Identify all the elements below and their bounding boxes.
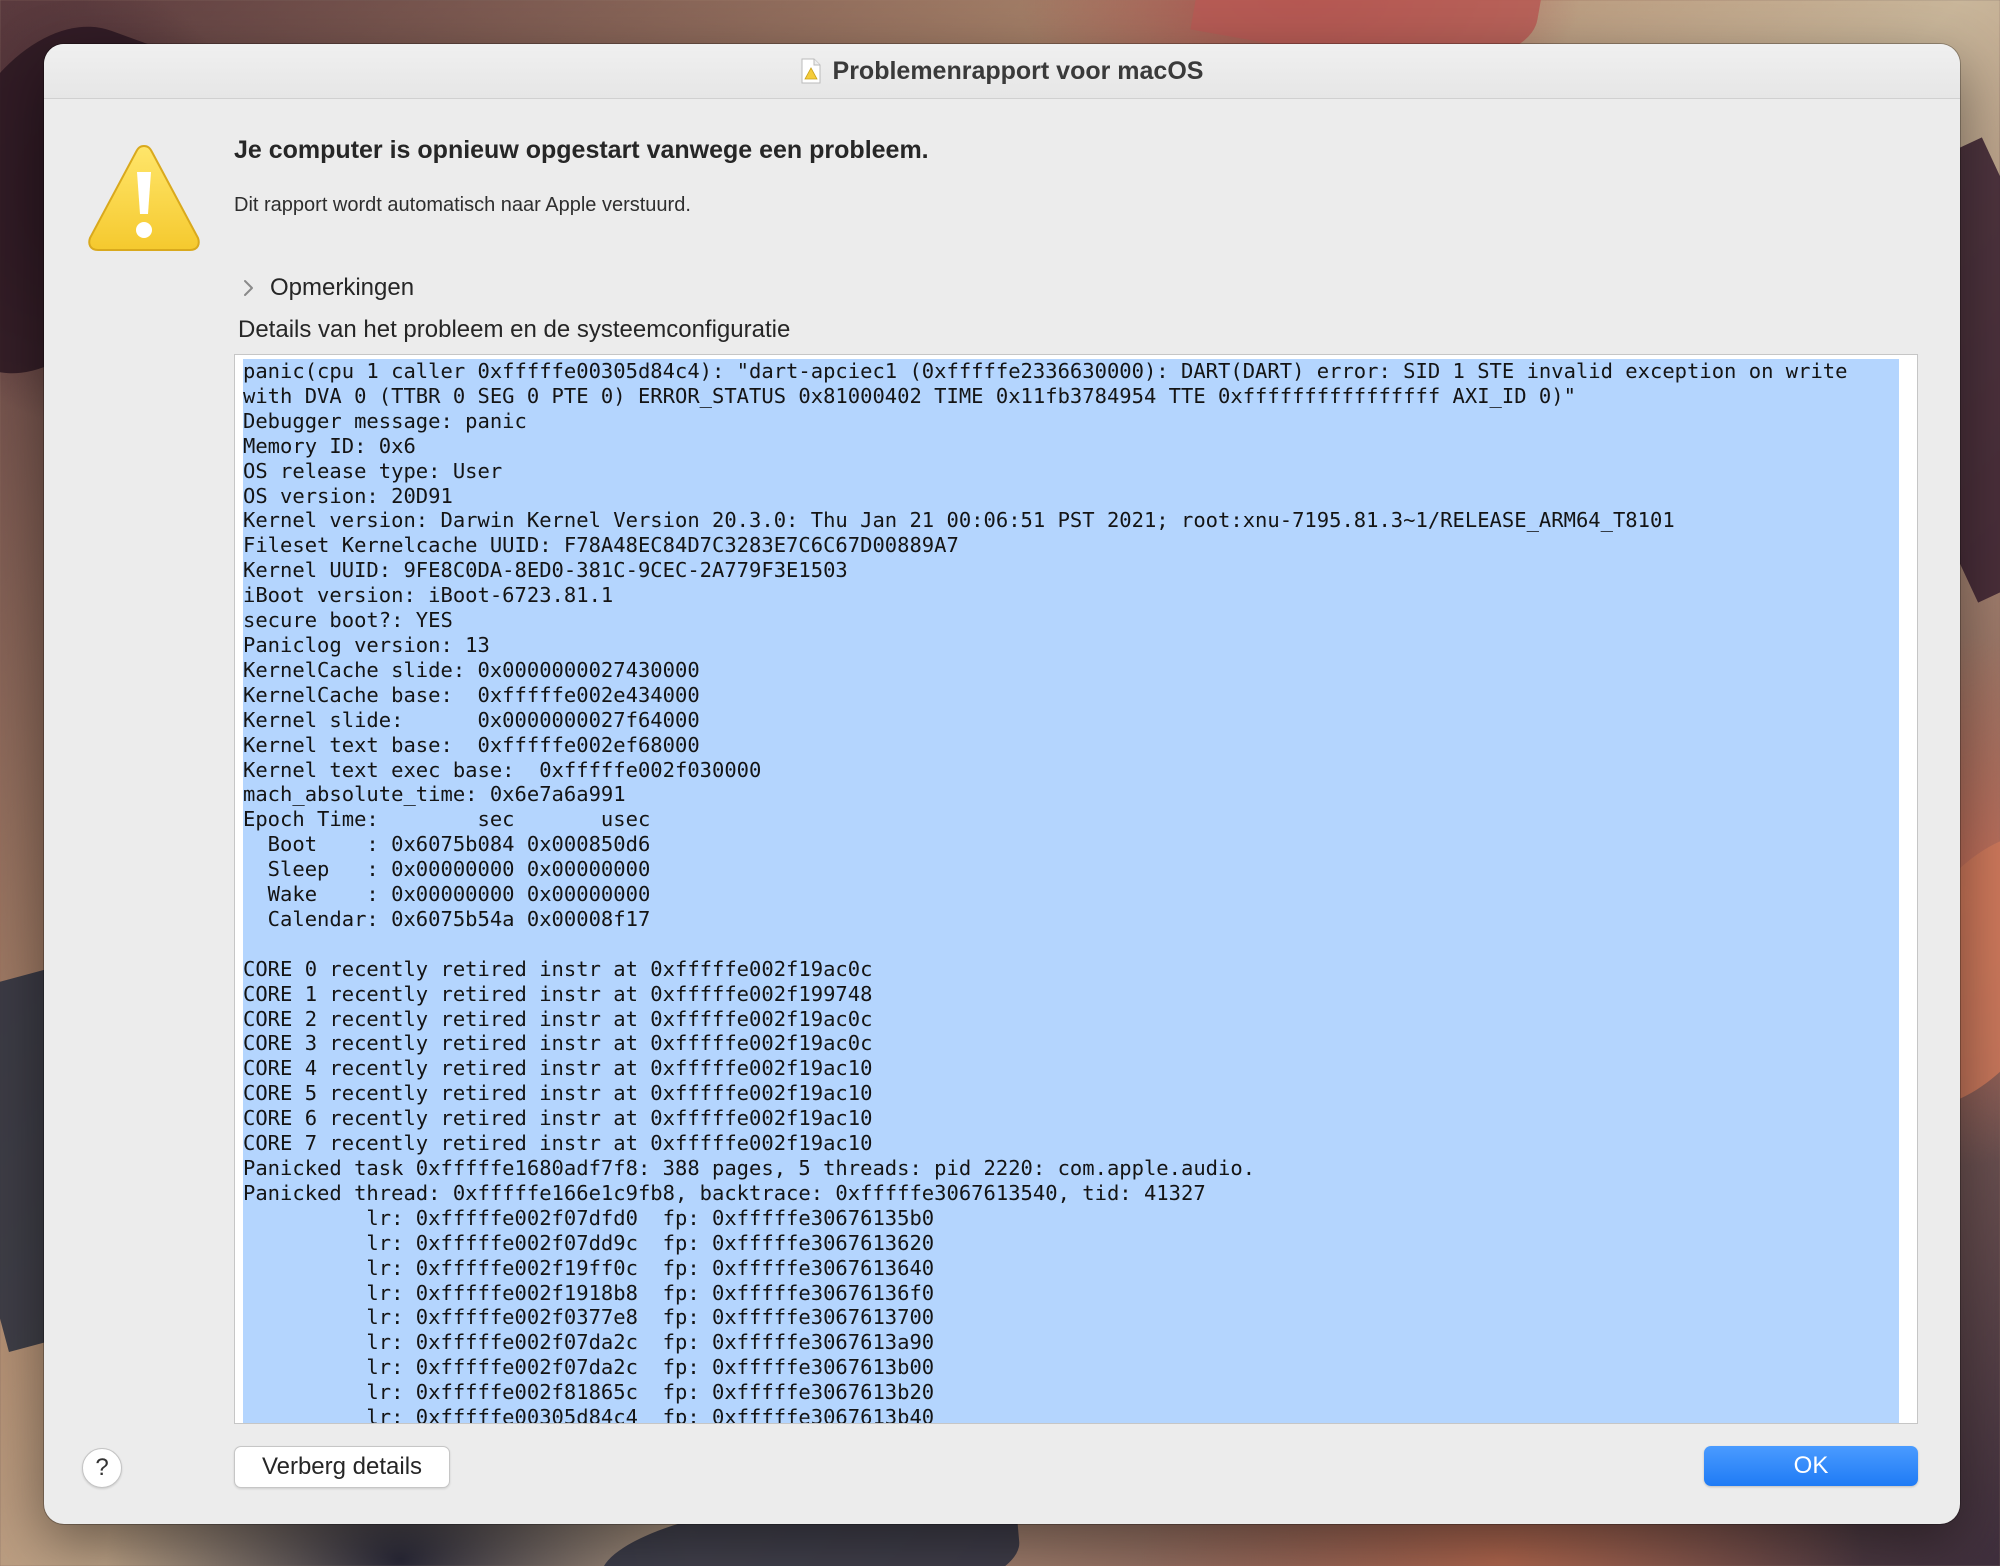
log-line: CORE 1 recently retired instr at 0xfffff…: [243, 981, 873, 1006]
comments-label: Opmerkingen: [270, 274, 415, 301]
alert-headline: Je computer is opnieuw opgestart vanwege…: [234, 136, 929, 164]
log-line: lr: 0xfffffe002f81865c fp: 0xfffffe30676…: [243, 1380, 935, 1405]
log-line: CORE 2 recently retired instr at 0xfffff…: [243, 1006, 873, 1031]
log-line: CORE 3 recently retired instr at 0xfffff…: [243, 1031, 873, 1056]
chevron-right-icon: [236, 276, 260, 300]
help-button[interactable]: ?: [82, 1448, 122, 1488]
log-line: panic(cpu 1 caller 0xfffffe00305d84c4): …: [243, 359, 1848, 383]
log-line: secure boot?: YES: [243, 608, 453, 633]
log-line: KernelCache base: 0xfffffe002e434000: [243, 682, 700, 707]
log-line: lr: 0xfffffe002f07da2c fp: 0xfffffe30676…: [243, 1355, 935, 1380]
log-line: lr: 0xfffffe002f07dfd0 fp: 0xfffffe30676…: [243, 1205, 935, 1230]
log-line: Paniclog version: 13: [243, 632, 490, 657]
log-line: CORE 0 recently retired instr at 0xfffff…: [243, 956, 873, 981]
panic-log[interactable]: panic(cpu 1 caller 0xfffffe00305d84c4): …: [243, 359, 1899, 1423]
log-line: Epoch Time: sec usec: [243, 807, 651, 832]
log-line: OS version: 20D91: [243, 483, 453, 508]
title-bar: Problemenrapport voor macOS: [44, 44, 1960, 99]
log-line: lr: 0xfffffe00305d84c4 fp: 0xfffffe30676…: [243, 1405, 935, 1423]
log-line: Panicked thread: 0xfffffe166e1c9fb8, bac…: [243, 1180, 1206, 1205]
log-line: lr: 0xfffffe002f07dd9c fp: 0xfffffe30676…: [243, 1230, 935, 1255]
log-line: CORE 7 recently retired instr at 0xfffff…: [243, 1131, 873, 1156]
log-line: Panicked task 0xfffffe1680adf7f8: 388 pa…: [243, 1156, 1256, 1180]
console-report-icon: [801, 58, 821, 84]
log-line: Kernel slide: 0x0000000027f64000: [243, 707, 700, 732]
log-line: CORE 5 recently retired instr at 0xfffff…: [243, 1081, 873, 1106]
ok-button[interactable]: OK: [1704, 1446, 1918, 1486]
log-line: with DVA 0 (TTBR 0 SEG 0 PTE 0) ERROR_ST…: [243, 383, 1576, 408]
log-line: iBoot version: iBoot-6723.81.1: [243, 583, 614, 608]
log-line: CORE 6 recently retired instr at 0xfffff…: [243, 1106, 873, 1131]
log-line: Debugger message: panic: [243, 408, 527, 433]
comments-disclosure[interactable]: Opmerkingen: [236, 274, 414, 302]
hide-details-button[interactable]: Verberg details: [234, 1446, 450, 1488]
log-line: Kernel UUID: 9FE8C0DA-8ED0-381C-9CEC-2A7…: [243, 558, 848, 583]
log-line: Wake : 0x00000000 0x00000000: [243, 882, 651, 907]
details-text-area[interactable]: panic(cpu 1 caller 0xfffffe00305d84c4): …: [234, 354, 1918, 1424]
log-line: Sleep : 0x00000000 0x00000000: [243, 857, 651, 882]
log-line: KernelCache slide: 0x0000000027430000: [243, 657, 700, 682]
window-title: Problemenrapport voor macOS: [832, 56, 1204, 85]
log-line: Boot : 0x6075b084 0x000850d6: [243, 832, 651, 857]
log-line: Fileset Kernelcache UUID: F78A48EC84D7C3…: [243, 533, 959, 558]
log-line: lr: 0xfffffe002f1918b8 fp: 0xfffffe30676…: [243, 1280, 935, 1305]
log-line: lr: 0xfffffe002f0377e8 fp: 0xfffffe30676…: [243, 1305, 935, 1330]
alert-subline: Dit rapport wordt automatisch naar Apple…: [234, 194, 691, 216]
log-line: Kernel version: Darwin Kernel Version 20…: [243, 508, 1675, 533]
log-line: Kernel text exec base: 0xfffffe002f03000…: [243, 757, 762, 782]
log-line: lr: 0xfffffe002f19ff0c fp: 0xfffffe30676…: [243, 1255, 935, 1280]
log-line: mach_absolute_time: 0x6e7a6a991: [243, 782, 626, 807]
warning-icon: [86, 142, 202, 254]
details-heading: Details van het probleem en de systeemco…: [238, 316, 791, 343]
log-line: OS release type: User: [243, 458, 503, 483]
log-line: lr: 0xfffffe002f07da2c fp: 0xfffffe30676…: [243, 1330, 935, 1355]
log-line: Kernel text base: 0xfffffe002ef68000: [243, 732, 700, 757]
problem-report-window: Problemenrapport voor macOS Je computer …: [44, 44, 1960, 1524]
log-line: Memory ID: 0x6: [243, 433, 416, 458]
log-line: Calendar: 0x6075b54a 0x00008f17: [243, 906, 651, 931]
log-line: CORE 4 recently retired instr at 0xfffff…: [243, 1056, 873, 1081]
